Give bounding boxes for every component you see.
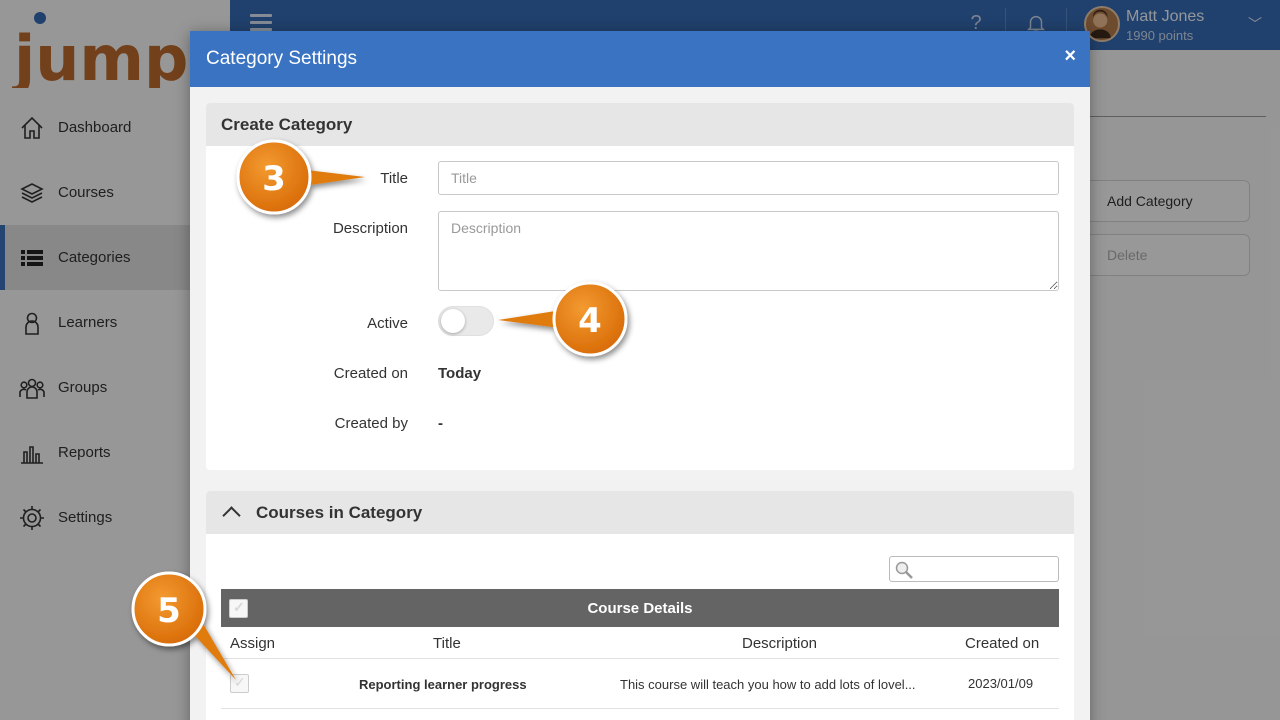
callout-5: 5 — [131, 571, 236, 680]
callout-4: 4 — [498, 281, 628, 357]
callout-number: 5 — [157, 591, 181, 631]
callout-layer: 3 4 5 — [131, 139, 628, 680]
callout-number: 3 — [262, 159, 286, 199]
callout-3: 3 — [236, 139, 365, 215]
callout-number: 4 — [578, 301, 602, 341]
